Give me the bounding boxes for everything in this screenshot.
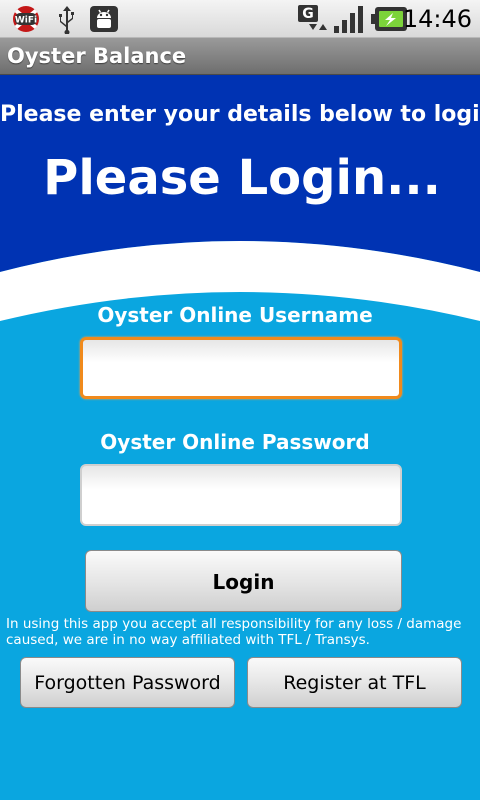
app-title-bar: Oyster Balance	[0, 38, 480, 75]
register-button[interactable]: Register at TFL	[247, 657, 462, 708]
username-input[interactable]	[80, 337, 402, 399]
page-title: Please Login...	[43, 150, 441, 206]
clock: 14:46	[402, 5, 472, 33]
login-button[interactable]: Login	[85, 550, 402, 612]
password-label: Oyster Online Password	[100, 430, 370, 454]
signal-strength-icon	[334, 6, 363, 33]
login-screen: Please enter your details below to login…	[0, 75, 480, 800]
login-instructions: Please enter your details below to login	[0, 102, 480, 127]
data-icon-text: G	[302, 6, 314, 22]
disclaimer-text: In using this app you accept all respons…	[6, 616, 462, 648]
wifi-off-icon: WiFi	[13, 6, 39, 32]
android-debug-icon	[90, 6, 118, 32]
password-input[interactable]	[80, 464, 402, 526]
username-label: Oyster Online Username	[97, 303, 373, 327]
wifi-icon-text: WiFi	[15, 16, 37, 26]
usb-icon	[59, 6, 74, 34]
app-title: Oyster Balance	[7, 44, 187, 68]
forgotten-password-button[interactable]: Forgotten Password	[20, 657, 235, 708]
status-bar: WiFi G 14:46	[0, 0, 480, 38]
gprs-data-icon: G	[298, 5, 327, 30]
